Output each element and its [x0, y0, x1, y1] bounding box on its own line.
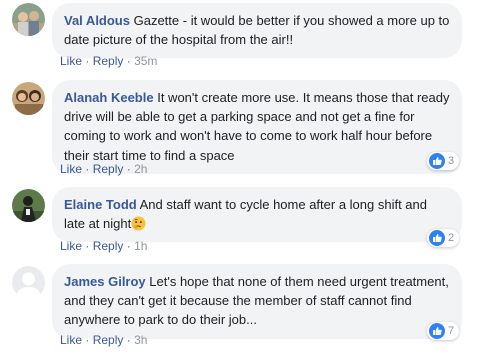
- reaction-count-badge[interactable]: 7: [427, 322, 460, 340]
- separator: ·: [85, 162, 90, 176]
- comment-actions: Like · Reply · 35m: [60, 54, 157, 68]
- thumbs-up-icon: [429, 230, 445, 246]
- reaction-count-badge[interactable]: 2: [427, 229, 460, 247]
- reaction-count: 2: [448, 232, 455, 244]
- separator: ·: [126, 162, 131, 176]
- comment-author[interactable]: Val Aldous: [64, 13, 130, 28]
- reaction-count: 3: [448, 155, 455, 167]
- separator: ·: [85, 54, 90, 68]
- avatar[interactable]: [12, 3, 45, 36]
- comment-actions: Like · Reply · 1h: [60, 239, 147, 253]
- comment-time[interactable]: 2h: [134, 162, 147, 176]
- comment-actions: Like · Reply · 3h: [60, 333, 147, 347]
- comment-bubble: Elaine Todd And staff want to cycle home…: [52, 187, 462, 243]
- comment-time[interactable]: 35m: [134, 54, 157, 68]
- comment-actions: Like · Reply · 2h: [60, 162, 147, 176]
- separator: ·: [126, 333, 131, 347]
- comment-time[interactable]: 1h: [134, 239, 147, 253]
- like-link[interactable]: Like: [60, 162, 82, 176]
- reply-link[interactable]: Reply: [93, 54, 124, 68]
- comment-author[interactable]: Elaine Todd: [64, 197, 137, 212]
- reply-link[interactable]: Reply: [93, 333, 124, 347]
- avatar[interactable]: [12, 266, 45, 299]
- separator: ·: [85, 239, 90, 253]
- like-link[interactable]: Like: [60, 54, 82, 68]
- like-link[interactable]: Like: [60, 239, 82, 253]
- avatar[interactable]: [12, 82, 45, 115]
- comment-bubble: Alanah Keeble It won't create more use. …: [52, 80, 462, 174]
- comment-bubble: Val Aldous Gazette - it would be better …: [52, 3, 462, 59]
- thumbs-up-icon: [429, 323, 445, 339]
- avatar[interactable]: [12, 189, 45, 222]
- like-link[interactable]: Like: [60, 333, 82, 347]
- reply-link[interactable]: Reply: [93, 239, 124, 253]
- separator: ·: [85, 333, 90, 347]
- thinking-face-icon: [131, 216, 146, 231]
- comment-author[interactable]: James Gilroy: [64, 274, 146, 289]
- separator: ·: [126, 239, 131, 253]
- comment-author[interactable]: Alanah Keeble: [64, 90, 154, 105]
- reaction-count: 7: [448, 325, 455, 337]
- reaction-count-badge[interactable]: 3: [427, 152, 460, 170]
- separator: ·: [126, 54, 131, 68]
- comment-time[interactable]: 3h: [134, 333, 147, 347]
- thumbs-up-icon: [429, 153, 445, 169]
- comment-bubble: James Gilroy Let's hope that none of the…: [52, 264, 462, 339]
- reply-link[interactable]: Reply: [93, 162, 124, 176]
